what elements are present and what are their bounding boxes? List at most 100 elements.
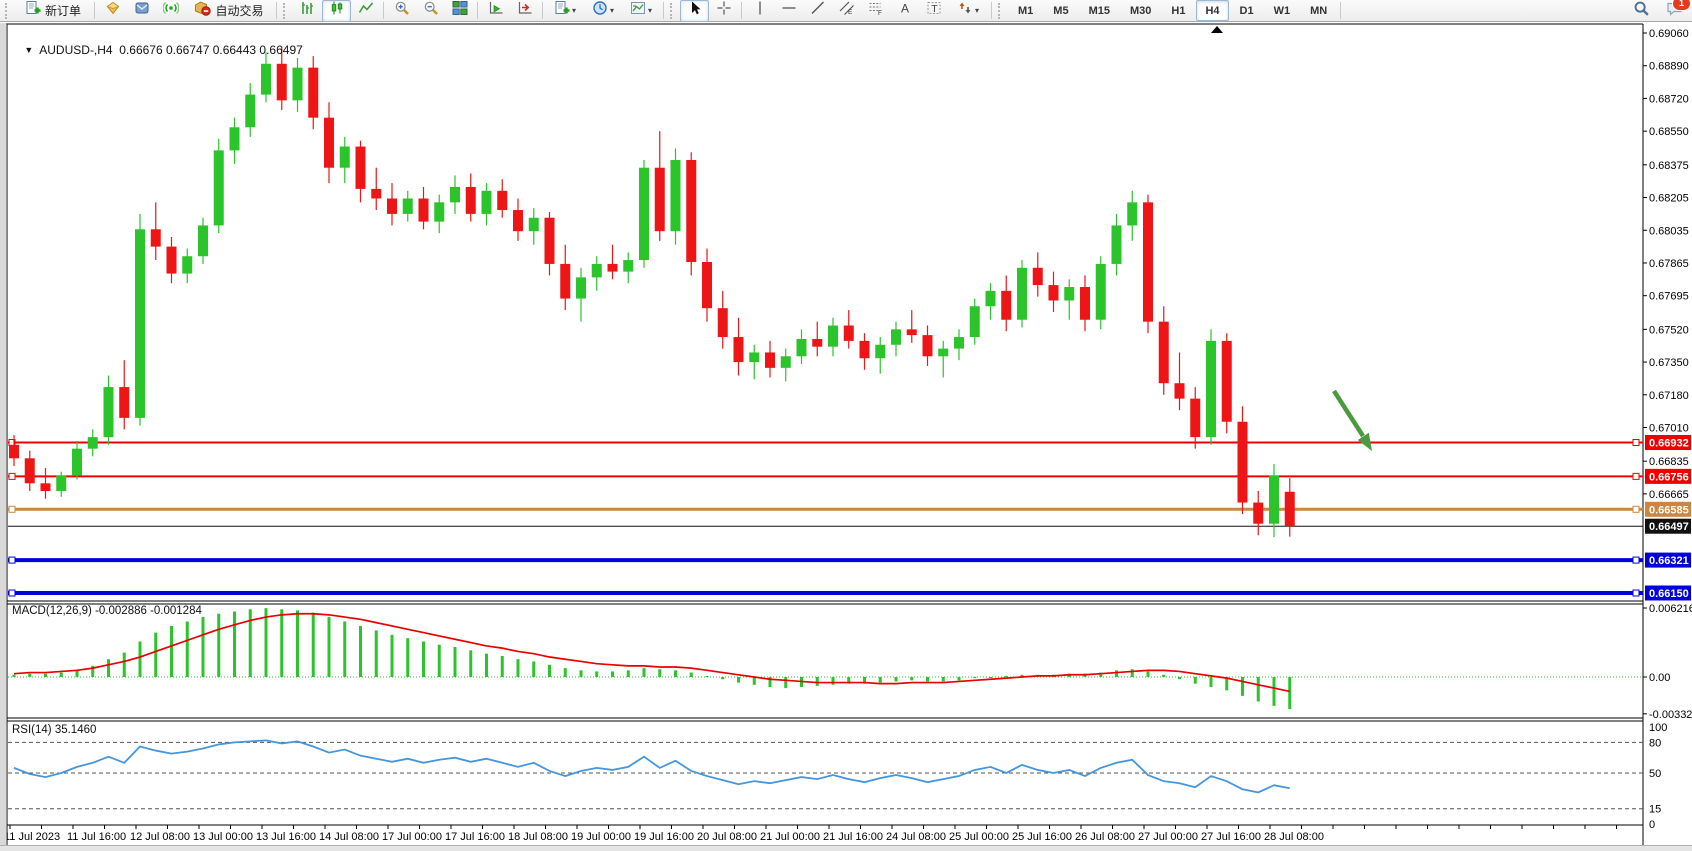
signals-button[interactable] — [156, 0, 185, 22]
candle-body — [356, 147, 366, 189]
cursor-button[interactable] — [680, 0, 709, 22]
window-menu-icon[interactable]: ▼ — [24, 45, 33, 55]
chart-canvas[interactable]: 0.690600.688900.687200.685500.683750.682… — [0, 0, 1692, 851]
macd-panel[interactable]: 0.0062160.00-0.00332 — [8, 603, 1692, 721]
timeframe-button-M5[interactable]: M5 — [1044, 0, 1077, 21]
panel-borders — [7, 24, 1643, 845]
level-line-0.66756[interactable] — [8, 473, 1643, 479]
autotrading-icon — [194, 0, 211, 21]
timeframe-button-D1[interactable]: D1 — [1231, 0, 1263, 21]
line-chart-icon — [358, 0, 374, 21]
arrows-shapes-button[interactable]: ▾ — [948, 0, 988, 22]
mail-button[interactable] — [127, 0, 156, 22]
price-tick-label: 0.68375 — [1649, 160, 1689, 172]
level-price-label-0.66585: 0.66585 — [1645, 502, 1691, 517]
rsi-indicator-label: RSI(14) 35.1460 — [12, 724, 96, 736]
chart-ohlc-values: 0.66676 0.66747 0.66443 0.66497 — [119, 43, 303, 57]
level-handle-left[interactable] — [9, 506, 15, 512]
candle-body — [308, 68, 318, 118]
chart-shift-button[interactable] — [510, 0, 539, 22]
timeframe-button-MN[interactable]: MN — [1301, 0, 1336, 21]
toolbar-separator — [991, 2, 992, 19]
vertical-line-button[interactable] — [745, 0, 774, 22]
templates-button[interactable]: ▾ — [622, 0, 660, 22]
level-line-0.66321[interactable] — [8, 557, 1643, 563]
price-tick-label: 0.67350 — [1649, 357, 1689, 369]
timeframe-button-W1[interactable]: W1 — [1265, 0, 1300, 21]
toolbar-grip[interactable] — [998, 3, 1005, 19]
autotrading-button[interactable]: 自动交易 — [185, 0, 273, 22]
level-handle-right[interactable] — [1633, 506, 1639, 512]
toolbar-grip[interactable] — [283, 3, 290, 19]
toolbar-grip[interactable] — [670, 3, 677, 19]
tile-windows-icon — [452, 0, 468, 21]
level-handle-right[interactable] — [1633, 473, 1639, 479]
horizontal-line-button[interactable] — [774, 0, 803, 22]
level-line-0.66150[interactable] — [8, 590, 1643, 596]
zoom-out-icon — [423, 0, 439, 21]
text-button[interactable]: A — [890, 0, 919, 22]
gem-button[interactable] — [98, 0, 127, 22]
level-handle-right[interactable] — [1633, 557, 1639, 563]
autoscroll-button[interactable] — [481, 0, 510, 22]
rsi-axis-label: 50 — [1649, 768, 1661, 780]
macd-histogram-bar — [343, 622, 346, 678]
level-handle-right[interactable] — [1633, 440, 1639, 446]
indicators-button[interactable]: ▾ — [546, 0, 584, 22]
price-tick-label: 0.68550 — [1649, 126, 1689, 138]
trendline-button[interactable] — [803, 0, 832, 22]
time-axis[interactable]: 11 Jul 202311 Jul 16:0012 Jul 08:0013 Ju… — [4, 825, 1617, 843]
macd-histogram-bar — [1147, 671, 1150, 677]
toolbar-separator — [383, 2, 384, 19]
level-line-0.66585[interactable] — [8, 506, 1643, 512]
macd-histogram-bar — [580, 670, 583, 677]
level-handle-left[interactable] — [9, 590, 15, 596]
bar-chart-button[interactable] — [293, 0, 322, 22]
timeframe-button-H4[interactable]: H4 — [1196, 0, 1228, 21]
fibonacci-button[interactable]: F — [861, 0, 890, 22]
toolbar-grip[interactable] — [5, 3, 12, 19]
candlestick-chart-button[interactable] — [322, 0, 351, 22]
candle-body — [88, 437, 98, 449]
candle-body — [545, 218, 555, 264]
level-handle-left[interactable] — [9, 557, 15, 563]
time-tick-label: 27 Jul 16:00 — [1201, 831, 1261, 843]
level-handle-right[interactable] — [1633, 590, 1639, 596]
svg-text:E: E — [848, 9, 853, 16]
autotrading-label: 自动交易 — [215, 2, 263, 19]
macd-histogram-bar — [706, 676, 709, 677]
zoom-in-button[interactable] — [387, 0, 416, 22]
crosshair-button[interactable] — [709, 0, 738, 22]
timeframe-button-M15[interactable]: M15 — [1080, 0, 1119, 21]
search-button[interactable] — [1627, 0, 1656, 22]
candle-body — [1238, 422, 1248, 503]
equidistant-channel-button[interactable]: E — [832, 0, 861, 22]
text-label-button[interactable]: T — [919, 0, 948, 22]
macd-histogram-bar — [217, 614, 220, 677]
macd-histogram-bar — [1257, 677, 1260, 701]
macd-histogram-bar — [13, 675, 16, 677]
mt4-window: 新订单 自动交易 — [0, 0, 1692, 851]
new-order-button[interactable]: 新订单 — [15, 0, 91, 22]
level-handle-left[interactable] — [9, 473, 15, 479]
candle-body — [623, 260, 633, 272]
timeframe-button-H1[interactable]: H1 — [1162, 0, 1194, 21]
macd-histogram-bar — [60, 673, 63, 677]
timeframe-button-M1[interactable]: M1 — [1009, 0, 1042, 21]
chevron-down-icon: ▾ — [610, 6, 614, 15]
zoom-out-button[interactable] — [416, 0, 445, 22]
notifications-button[interactable]: 1 — [1666, 0, 1684, 22]
vertical-line-icon — [752, 0, 768, 21]
candle-body — [167, 247, 177, 274]
candle-body — [1253, 503, 1263, 524]
level-line-0.66932[interactable] — [8, 440, 1643, 446]
price-axis[interactable]: 0.690600.688900.687200.685500.683750.682… — [1643, 28, 1689, 501]
chevron-down-icon: ▾ — [975, 6, 979, 15]
rsi-panel[interactable]: 1008050150 — [8, 722, 1667, 831]
tile-windows-button[interactable] — [445, 0, 474, 22]
timeframe-button-M30[interactable]: M30 — [1121, 0, 1160, 21]
chart-shift-marker-icon[interactable] — [1211, 26, 1223, 33]
time-tick-label: 11 Jul 2023 — [4, 831, 60, 843]
periods-button[interactable]: ▾ — [584, 0, 622, 22]
line-chart-button[interactable] — [351, 0, 380, 22]
